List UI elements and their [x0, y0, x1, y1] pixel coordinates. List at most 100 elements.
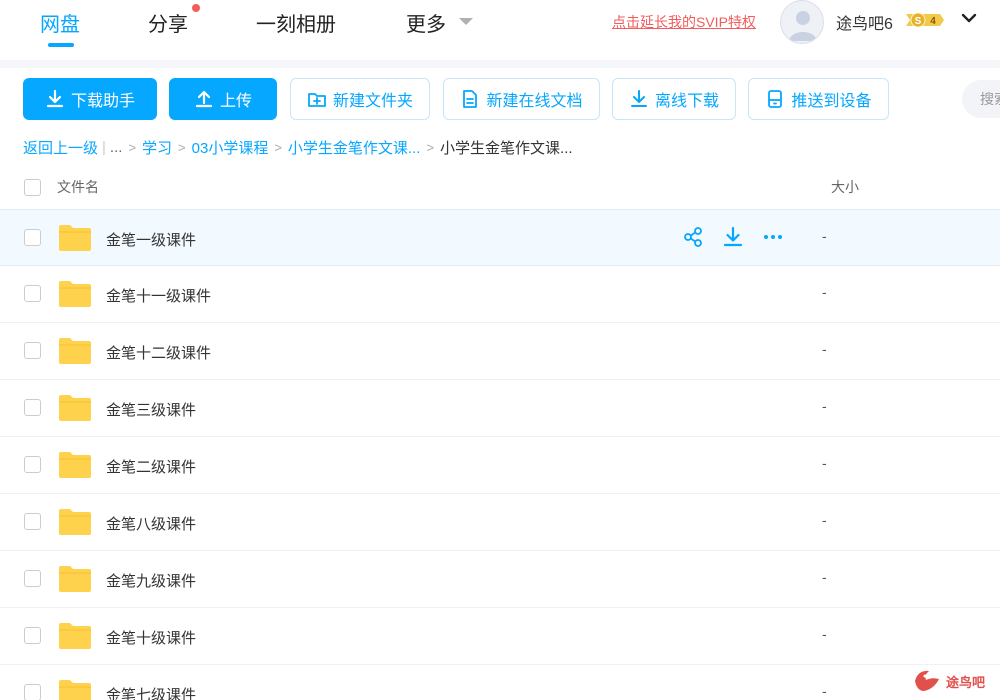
watermark-logo: 途鸟吧	[912, 666, 996, 696]
download-icon	[630, 90, 647, 107]
user-avatar-icon	[789, 11, 817, 41]
offline-download-button[interactable]: 离线下载	[612, 78, 736, 120]
push-to-device-button[interactable]: 推送到设备	[748, 78, 889, 120]
nav-tab-share[interactable]: 分享	[148, 8, 188, 37]
row-checkbox[interactable]	[24, 627, 41, 644]
svg-text:4: 4	[930, 16, 936, 27]
select-all-checkbox[interactable]	[24, 179, 41, 196]
notification-dot	[192, 4, 200, 12]
breadcrumb-current: 小学生金笔作文课...	[440, 140, 573, 157]
svip-extend-link[interactable]: 点击延长我的SVIP特权	[612, 12, 756, 32]
table-row[interactable]: 金笔十一级课件 -	[0, 266, 1000, 323]
nav-active-indicator	[48, 43, 74, 47]
upload-icon	[195, 90, 213, 108]
row-checkbox[interactable]	[24, 570, 41, 587]
breadcrumb-divider: |	[102, 139, 106, 156]
table-row[interactable]: 金笔二级课件 -	[0, 437, 1000, 494]
top-nav: 网盘 分享 一刻相册 更多 点击延长我的SVIP特权 途鸟吧6 S 4	[0, 0, 1000, 60]
folder-icon	[59, 509, 91, 535]
file-name[interactable]: 金笔十一级课件	[106, 285, 211, 306]
file-name[interactable]: 金笔三级课件	[106, 399, 196, 420]
search-input[interactable]: 搜索	[962, 80, 1000, 118]
new-folder-label: 新建文件夹	[332, 93, 413, 110]
folder-icon	[59, 338, 91, 364]
new-online-doc-label: 新建在线文档	[486, 93, 583, 110]
nav-tab-album[interactable]: 一刻相册	[256, 8, 336, 37]
row-checkbox[interactable]	[24, 456, 41, 473]
table-row[interactable]: 金笔七级课件 -	[0, 665, 1000, 700]
breadcrumb-back-link[interactable]: 返回上一级	[23, 137, 98, 158]
chevron-down-icon[interactable]	[961, 10, 977, 26]
watermark-text: 途鸟吧	[946, 674, 986, 690]
folder-icon	[59, 225, 91, 251]
folder-icon	[59, 566, 91, 592]
breadcrumb-ellipsis[interactable]: ...	[110, 139, 123, 156]
row-checkbox[interactable]	[24, 684, 41, 700]
table-row[interactable]: 金笔九级课件 -	[0, 551, 1000, 608]
file-name[interactable]: 金笔二级课件	[106, 456, 196, 477]
share-icon[interactable]	[682, 226, 704, 248]
nav-tab-more[interactable]: 更多	[406, 8, 446, 37]
table-row[interactable]: 金笔一级课件 -	[0, 209, 1000, 266]
row-checkbox[interactable]	[24, 229, 41, 246]
breadcrumb-separator: >	[178, 140, 186, 155]
file-size: -	[822, 228, 827, 244]
push-to-device-label: 推送到设备	[791, 93, 872, 110]
breadcrumb-item[interactable]: 学习	[142, 137, 172, 158]
file-size: -	[822, 512, 827, 528]
download-helper-button[interactable]: 下载助手	[23, 78, 157, 120]
folder-icon	[59, 680, 91, 700]
file-size: -	[822, 398, 827, 414]
file-name[interactable]: 金笔八级课件	[106, 513, 196, 534]
row-checkbox[interactable]	[24, 342, 41, 359]
file-size: -	[822, 341, 827, 357]
breadcrumb-item[interactable]: 03小学课程	[192, 137, 269, 158]
folder-icon	[59, 452, 91, 478]
file-name[interactable]: 金笔十二级课件	[106, 342, 211, 363]
folder-plus-icon	[308, 93, 326, 107]
file-name[interactable]: 金笔七级课件	[106, 684, 196, 700]
upload-button[interactable]: 上传	[169, 78, 277, 120]
header-divider	[0, 60, 1000, 68]
username[interactable]: 途鸟吧6	[836, 10, 893, 34]
file-table-header: 文件名 大小	[0, 168, 1000, 208]
new-folder-button[interactable]: 新建文件夹	[290, 78, 430, 120]
more-caret-icon[interactable]	[459, 18, 473, 25]
row-checkbox[interactable]	[24, 285, 41, 302]
avatar[interactable]	[780, 0, 824, 44]
column-header-size[interactable]: 大小	[831, 177, 859, 197]
more-dots-icon[interactable]	[762, 226, 784, 248]
folder-icon	[59, 281, 91, 307]
column-header-name[interactable]: 文件名	[57, 177, 99, 197]
bird-logo-icon	[915, 670, 939, 691]
new-online-doc-button[interactable]: 新建在线文档	[443, 78, 600, 120]
file-size: -	[822, 683, 827, 699]
file-name[interactable]: 金笔九级课件	[106, 570, 196, 591]
file-name[interactable]: 金笔一级课件	[106, 229, 196, 250]
download-helper-label: 下载助手	[70, 93, 135, 110]
download-icon	[46, 89, 64, 108]
file-size: -	[822, 284, 827, 300]
breadcrumb-separator: >	[274, 140, 282, 155]
folder-icon	[59, 623, 91, 649]
table-row[interactable]: 金笔十级课件 -	[0, 608, 1000, 665]
row-actions	[682, 226, 784, 248]
svg-text:S: S	[915, 16, 922, 27]
breadcrumb-item[interactable]: 小学生金笔作文课...	[288, 137, 421, 158]
nav-tab-netdisk[interactable]: 网盘	[40, 8, 80, 37]
row-checkbox[interactable]	[24, 399, 41, 416]
folder-icon	[59, 395, 91, 421]
offline-download-label: 离线下载	[654, 93, 719, 110]
document-icon	[463, 90, 478, 108]
file-list: 金笔一级课件 - 金笔十一级课件 - 金笔十二级课件 - 金笔三级课件 - 金笔…	[0, 209, 1000, 700]
download-icon[interactable]	[722, 226, 744, 248]
table-row[interactable]: 金笔八级课件 -	[0, 494, 1000, 551]
breadcrumb-separator: >	[426, 140, 435, 155]
upload-label: 上传	[219, 93, 252, 110]
device-icon	[768, 90, 783, 108]
table-row[interactable]: 金笔三级课件 -	[0, 380, 1000, 437]
row-checkbox[interactable]	[24, 513, 41, 530]
file-size: -	[822, 626, 827, 642]
table-row[interactable]: 金笔十二级课件 -	[0, 323, 1000, 380]
file-name[interactable]: 金笔十级课件	[106, 627, 196, 648]
